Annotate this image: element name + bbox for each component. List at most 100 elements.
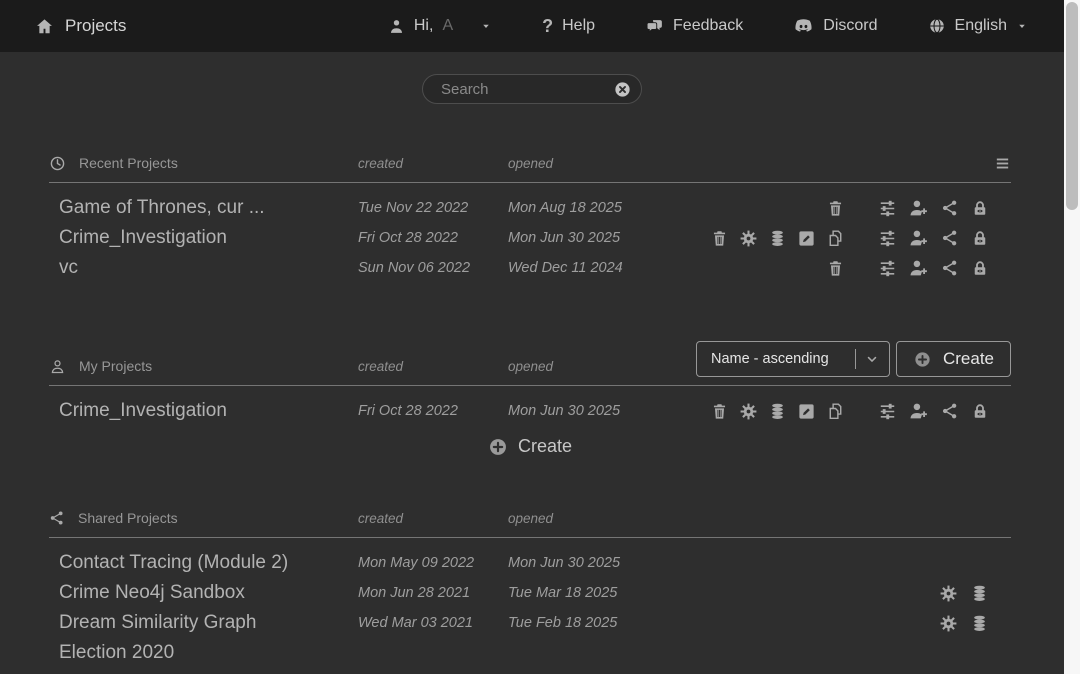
create-link-label: Create [518, 436, 572, 457]
sliders-icon[interactable] [878, 199, 897, 218]
project-opened-date: Wed Dec 11 2024 [508, 260, 653, 276]
project-created-date: Fri Oct 28 2022 [358, 230, 508, 246]
scrollbar-thumb[interactable] [1066, 2, 1078, 210]
user-greeting-label: Hi, [414, 17, 434, 35]
column-opened: opened [508, 359, 653, 374]
trash-icon[interactable] [710, 229, 729, 248]
language-label: English [955, 17, 1007, 35]
project-action-icons [861, 401, 1011, 421]
user-outline-icon [49, 358, 66, 375]
create-project-link[interactable]: Create [49, 436, 1011, 457]
user-plus-icon[interactable] [909, 198, 929, 218]
project-name[interactable]: Dream Similarity Graph [49, 612, 358, 634]
share-icon[interactable] [941, 259, 959, 277]
edit-icon[interactable] [797, 229, 816, 248]
user-menu[interactable]: Hi, A [388, 17, 492, 35]
project-row: Dream Similarity GraphWed Mar 03 2021Tue… [49, 608, 1011, 638]
database-icon[interactable] [970, 614, 989, 633]
project-name[interactable]: Game of Thrones, cur ... [49, 197, 358, 219]
scrollbar-track[interactable] [1064, 0, 1080, 674]
project-action-icons [861, 198, 1011, 218]
edit-icon[interactable] [797, 402, 816, 421]
copy-icon[interactable] [826, 402, 845, 421]
project-name[interactable]: vc [49, 257, 358, 279]
top-navigation-bar: Projects Hi, A ? Help Feedback [0, 0, 1064, 52]
clock-icon [49, 155, 66, 172]
nav-projects[interactable]: Projects [35, 16, 126, 36]
user-plus-icon[interactable] [909, 228, 929, 248]
project-action-icons [861, 584, 1011, 603]
plus-circle-icon [913, 350, 932, 369]
clear-search-icon[interactable] [613, 80, 632, 99]
nav-help[interactable]: ? Help [542, 17, 595, 35]
copy-icon[interactable] [826, 229, 845, 248]
section-title: My Projects [79, 358, 152, 374]
trash-icon[interactable] [710, 402, 729, 421]
lock-icon[interactable] [971, 402, 989, 421]
nav-help-label: Help [562, 17, 595, 35]
project-manage-icons [653, 199, 861, 218]
share-icon [49, 510, 65, 526]
project-name[interactable]: Crime_Investigation [49, 227, 358, 249]
nav-discord[interactable]: Discord [793, 16, 877, 37]
language-menu[interactable]: English [928, 17, 1028, 35]
question-icon: ? [542, 17, 553, 35]
project-created-date: Sun Nov 06 2022 [358, 260, 508, 276]
menu-icon[interactable] [994, 155, 1011, 172]
project-row: vcSun Nov 06 2022Wed Dec 11 2024 [49, 253, 1011, 283]
project-created-date: Tue Nov 22 2022 [358, 200, 508, 216]
nav-feedback[interactable]: Feedback [645, 17, 743, 36]
database-icon[interactable] [768, 229, 787, 248]
section-divider [49, 537, 1011, 538]
nav-feedback-label: Feedback [673, 17, 743, 35]
user-plus-icon[interactable] [909, 401, 929, 421]
feedback-icon [645, 17, 664, 36]
project-row: Contact Tracing (Module 2)Mon May 09 202… [49, 548, 1011, 578]
project-opened-date: Mon Jun 30 2025 [508, 230, 653, 246]
caret-down-icon [1016, 20, 1028, 32]
project-row: Game of Thrones, cur ...Tue Nov 22 2022M… [49, 193, 1011, 223]
project-action-icons [861, 614, 1011, 633]
project-row: Crime_InvestigationFri Oct 28 2022Mon Ju… [49, 223, 1011, 253]
share-icon[interactable] [941, 199, 959, 217]
lock-icon[interactable] [971, 259, 989, 278]
share-icon[interactable] [941, 229, 959, 247]
column-opened: opened [508, 156, 653, 171]
trash-icon[interactable] [826, 199, 845, 218]
sliders-icon[interactable] [878, 229, 897, 248]
project-row: Crime_InvestigationFri Oct 28 2022Mon Ju… [49, 396, 1011, 426]
project-name[interactable]: Crime Neo4j Sandbox [49, 582, 358, 604]
sliders-icon[interactable] [878, 259, 897, 278]
project-opened-date: Tue Mar 18 2025 [508, 585, 653, 601]
recent-projects-header: Recent Projects created opened [49, 152, 1011, 174]
trash-icon[interactable] [826, 259, 845, 278]
database-icon[interactable] [970, 584, 989, 603]
my-projects-section: My Projects created opened Name - ascend… [49, 341, 1011, 457]
lock-icon[interactable] [971, 229, 989, 248]
database-icon[interactable] [768, 402, 787, 421]
create-project-button[interactable]: Create [896, 341, 1011, 377]
caret-down-icon [480, 20, 492, 32]
sort-dropdown[interactable]: Name - ascending [696, 341, 890, 377]
projects-content: Recent Projects created opened Game of T… [49, 152, 1011, 668]
project-name[interactable]: Contact Tracing (Module 2) [49, 552, 358, 574]
discord-icon [793, 16, 814, 37]
nav-discord-label: Discord [823, 17, 877, 35]
section-title: Recent Projects [79, 155, 178, 171]
create-button-label: Create [943, 349, 994, 369]
project-name[interactable]: Crime_Investigation [49, 400, 358, 422]
gear-icon[interactable] [739, 229, 758, 248]
gear-icon[interactable] [939, 614, 958, 633]
gear-icon[interactable] [739, 402, 758, 421]
gear-icon[interactable] [939, 584, 958, 603]
project-created-date: Mon Jun 28 2021 [358, 585, 508, 601]
shared-projects-list: Contact Tracing (Module 2)Mon May 09 202… [49, 548, 1011, 668]
search-input[interactable] [439, 80, 613, 99]
share-icon[interactable] [941, 402, 959, 420]
project-name[interactable]: Election 2020 [49, 642, 358, 664]
project-created-date: Mon May 09 2022 [358, 555, 508, 571]
my-projects-controls: Name - ascending Create [696, 341, 1011, 377]
lock-icon[interactable] [971, 199, 989, 218]
sliders-icon[interactable] [878, 402, 897, 421]
user-plus-icon[interactable] [909, 258, 929, 278]
